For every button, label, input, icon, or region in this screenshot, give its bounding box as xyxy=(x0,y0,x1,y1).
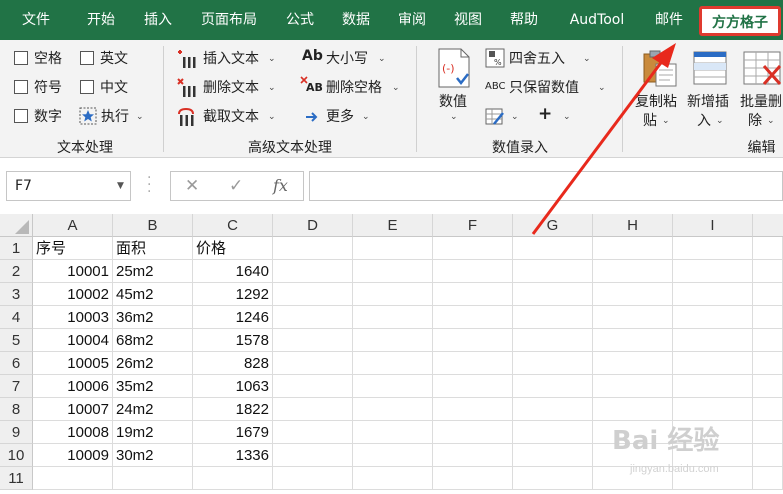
baidu-watermark-url: jingyan.baidu.com xyxy=(630,463,719,475)
baidu-watermark: Bai 经验 xyxy=(612,426,720,456)
